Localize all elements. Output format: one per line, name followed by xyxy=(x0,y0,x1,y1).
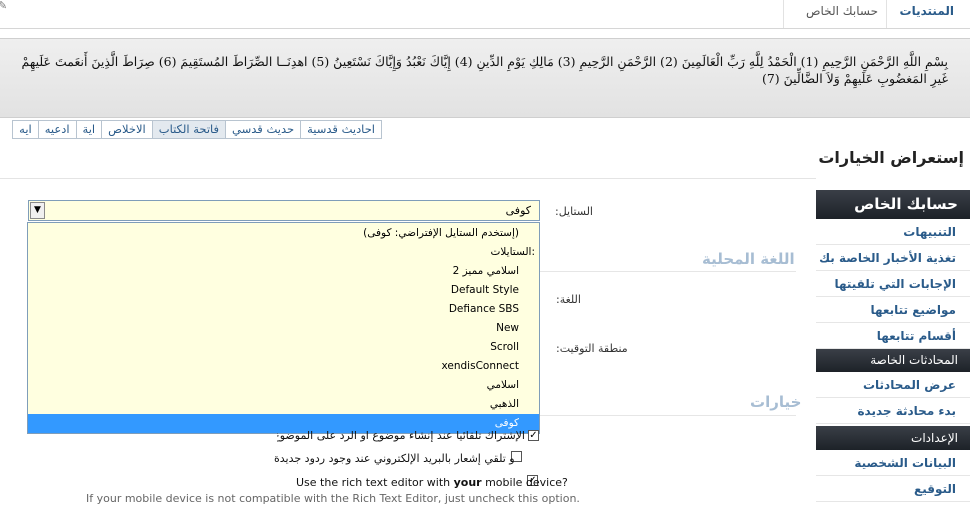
language-label: اللغة: xyxy=(556,293,581,306)
sidebar-item-watched-forums[interactable]: أقسام تتابعها xyxy=(816,323,970,349)
tab-adiya[interactable]: ادعيه xyxy=(37,120,77,139)
auto-watch-checkbox[interactable]: ✓ xyxy=(528,430,539,441)
style-option[interactable]: New xyxy=(28,319,539,338)
email-notify-label: و تلقي إشعار بالبريد الإلكتروني عند وجود… xyxy=(274,452,515,465)
rich-editor-label-start: Use the rich text editor with xyxy=(296,476,454,489)
sidebar-item-watched-threads[interactable]: مواضيع تتابعها xyxy=(816,297,970,323)
tab-hadith-qudsiya[interactable]: احاديث قدسية xyxy=(300,120,382,139)
rich-editor-label-end: mobile device? xyxy=(481,476,568,489)
rich-editor-note: If your mobile device is not compatible … xyxy=(86,492,580,505)
sidebar-item-start-conversation[interactable]: بدء محادثة جديدة xyxy=(816,398,970,424)
tab-ikhlas[interactable]: الاخلاص xyxy=(101,120,153,139)
breadcrumb: ✎ المنتديات حسابك الخاص xyxy=(0,0,970,29)
sidebar-item-signature[interactable]: التوقيع xyxy=(816,476,970,502)
style-option[interactable]: Scroll xyxy=(28,338,539,357)
style-select-value: كوفى xyxy=(505,204,531,217)
auto-watch-label: الإشتراك تلقائيا عند إنشاء موضوع او الرد… xyxy=(277,431,525,442)
corner-icon[interactable]: ✎ xyxy=(0,0,8,11)
section-divider xyxy=(540,271,796,272)
sidebar-item-personal-details[interactable]: البيانات الشخصية xyxy=(816,450,970,476)
rich-editor-label: Use the rich text editor with your mobil… xyxy=(296,476,568,489)
style-option[interactable]: xendisConnect xyxy=(28,357,539,376)
style-option[interactable]: Default Style xyxy=(28,281,539,300)
rich-editor-label-bold: your xyxy=(453,476,482,489)
chevron-down-icon[interactable]: ▼ xyxy=(30,202,45,219)
section-divider xyxy=(540,415,796,416)
sidebar-header-account[interactable]: حسابك الخاص xyxy=(816,190,970,219)
style-dropdown-list: (إستخدم الستايل الإفتراضي: كوفى) الستايل… xyxy=(27,222,540,434)
tab-hadith-qudsi[interactable]: حديث قدسي xyxy=(225,120,302,139)
style-option[interactable]: اسلامي xyxy=(28,376,539,395)
tab-aya[interactable]: اية xyxy=(75,120,103,139)
style-select[interactable]: ▼ كوفى xyxy=(28,200,540,221)
sidebar-item-view-conversations[interactable]: عرض المحادثات xyxy=(816,372,970,398)
style-option-group-header: الستايلات: xyxy=(490,246,535,258)
style-option[interactable]: 2 اسلامي مميز xyxy=(28,262,539,281)
style-option[interactable]: الذهبي xyxy=(28,395,539,414)
verse-text: بِسْمِ اللَّهِ الرَّحْمَنِ الرَّحِيمِ (1… xyxy=(21,54,948,86)
page-title: إستعراض الخيارات xyxy=(818,148,964,167)
section-locale-title: اللغة المحلية xyxy=(702,250,795,268)
sidebar-item-alerts[interactable]: التنبيهات xyxy=(816,219,970,245)
style-option[interactable]: Defiance SBS xyxy=(28,300,539,319)
sidebar-header-conversations: المحادثات الخاصة xyxy=(816,349,970,372)
breadcrumb-account[interactable]: حسابك الخاص xyxy=(806,4,878,18)
tab-ayah[interactable]: ايه xyxy=(12,120,39,139)
sidebar-header-settings: الإعدادات xyxy=(816,426,970,450)
tab-fatiha[interactable]: فاتحة الكتاب xyxy=(151,120,227,139)
sidebar: حسابك الخاص التنبيهات تغذية الأخبار الخا… xyxy=(816,190,970,513)
style-option-default[interactable]: (إستخدم الستايل الإفتراضي: كوفى) xyxy=(28,224,539,243)
sidebar-item-news-feed[interactable]: تغذية الأخبار الخاصة بك xyxy=(816,245,970,271)
breadcrumb-divider xyxy=(783,0,784,28)
section-options-title: خيارات xyxy=(750,393,802,411)
verse-tabs: احاديث قدسية حديث قدسي فاتحة الكتاب الاخ… xyxy=(12,120,382,139)
style-label: الستايل: xyxy=(555,205,593,218)
verse-panel: بِسْمِ اللَّهِ الرَّحْمَنِ الرَّحِيمِ (1… xyxy=(0,38,970,118)
sidebar-item-likes-received[interactable]: الإجابات التي تلقيتها xyxy=(816,271,970,297)
breadcrumb-forums[interactable]: المنتديات xyxy=(900,4,954,18)
timezone-label: منطقة التوقيت: xyxy=(556,342,628,355)
breadcrumb-divider xyxy=(886,0,887,28)
